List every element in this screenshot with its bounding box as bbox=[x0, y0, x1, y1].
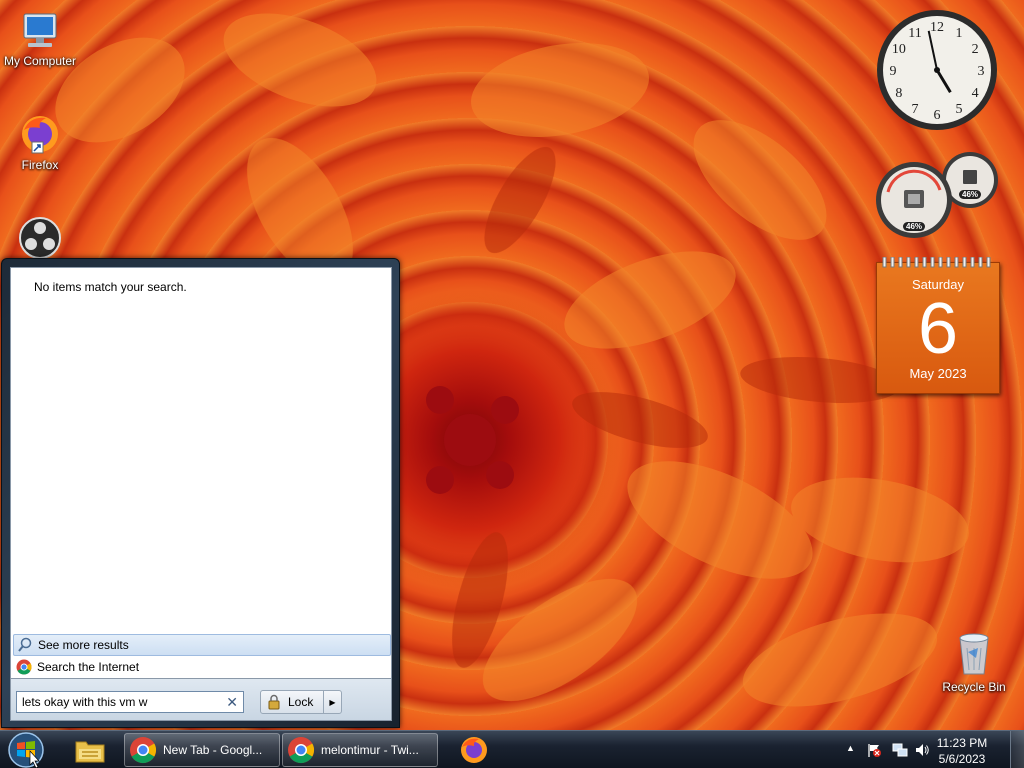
search-the-internet-link[interactable]: Search the Internet bbox=[13, 656, 391, 678]
lock-icon bbox=[268, 694, 280, 710]
calendar-rings bbox=[882, 257, 991, 268]
obs-icon bbox=[19, 217, 61, 258]
clock-number: 4 bbox=[972, 86, 979, 101]
show-hidden-icons-chevron[interactable]: ▲ bbox=[846, 743, 855, 753]
clock-number: 3 bbox=[978, 64, 985, 79]
calendar-month-year: May 2023 bbox=[909, 366, 967, 381]
clock-number: 2 bbox=[972, 42, 979, 57]
clock-number: 10 bbox=[892, 42, 906, 57]
taskbar-time: 11:23 PM bbox=[936, 736, 988, 750]
clock-number: 8 bbox=[895, 86, 902, 101]
taskbar-firefox-button[interactable] bbox=[454, 733, 494, 767]
explorer-icon bbox=[75, 741, 105, 763]
taskbar-window-label: New Tab - Googl... bbox=[163, 743, 263, 757]
desktop-icon-label: My Computer bbox=[3, 54, 77, 68]
search-input-value: lets okay with this vm w bbox=[22, 695, 148, 709]
firefox-icon bbox=[22, 116, 58, 154]
show-desktop-button[interactable] bbox=[1010, 731, 1024, 768]
lock-button[interactable]: Lock ▶ bbox=[260, 690, 342, 714]
clock-number: 1 bbox=[956, 26, 963, 41]
clock-gadget[interactable]: 12 1 2 3 4 5 6 7 8 9 10 11 bbox=[874, 8, 1002, 132]
computer-icon bbox=[23, 13, 57, 47]
taskbar-explorer-button[interactable] bbox=[70, 733, 110, 767]
taskbar-clock[interactable]: 11:23 PM 5/6/2023 bbox=[926, 735, 998, 767]
calendar-day-number: 6 bbox=[917, 289, 959, 369]
desktop-icon-my-computer[interactable]: My Computer bbox=[0, 10, 80, 68]
clear-search-icon[interactable]: ✕ bbox=[226, 694, 238, 711]
clock-number: 6 bbox=[934, 108, 941, 123]
cpu-meter-gadget[interactable]: 46% 46% bbox=[874, 150, 1004, 242]
search-the-internet-label: Search the Internet bbox=[37, 660, 140, 674]
network-icon[interactable] bbox=[892, 742, 908, 758]
memory-percent: 46% bbox=[959, 190, 982, 199]
desktop-icon-label: Recycle Bin bbox=[942, 680, 1006, 694]
clock-number: 11 bbox=[908, 26, 921, 41]
desktop-icon-label: Firefox bbox=[21, 158, 59, 172]
cpu-percent: 46% bbox=[903, 222, 926, 231]
shutdown-options-arrow-icon[interactable]: ▶ bbox=[323, 691, 341, 713]
search-results-pane: No items match your search. See more res… bbox=[10, 267, 392, 679]
chrome-icon bbox=[288, 737, 315, 764]
chrome-icon bbox=[130, 737, 157, 764]
taskbar-window-label: melontimur - Twi... bbox=[321, 743, 419, 757]
desktop-icon-firefox[interactable]: Firefox bbox=[0, 112, 80, 172]
calendar-gadget[interactable]: Saturday 6 May 2023 bbox=[876, 257, 1000, 394]
clock-number: 9 bbox=[890, 64, 897, 79]
desktop-icon-obs[interactable] bbox=[0, 214, 80, 260]
see-more-results-link[interactable]: See more results bbox=[13, 634, 391, 656]
action-center-flag-icon[interactable] bbox=[866, 742, 882, 758]
lock-label: Lock bbox=[288, 695, 314, 709]
start-search-input[interactable]: lets okay with this vm w ✕ bbox=[16, 691, 244, 713]
taskbar: New Tab - Googl... melontimur - Twi... ▲ bbox=[0, 730, 1024, 768]
search-strip: lets okay with this vm w ✕ Lock ▶ bbox=[10, 679, 392, 721]
desktop-icon-recycle-bin[interactable]: Recycle Bin bbox=[934, 630, 1014, 694]
clock-number: 7 bbox=[912, 102, 919, 117]
search-icon bbox=[18, 637, 32, 652]
start-button[interactable] bbox=[6, 731, 46, 768]
start-menu: No items match your search. See more res… bbox=[1, 258, 400, 728]
taskbar-date: 5/6/2023 bbox=[938, 752, 986, 766]
taskbar-window-new-tab[interactable]: New Tab - Googl... bbox=[124, 733, 280, 767]
firefox-icon bbox=[461, 737, 487, 763]
see-more-results-label: See more results bbox=[38, 638, 129, 652]
analog-clock-face: 12 12 3 45678 9 1011 bbox=[877, 10, 997, 130]
recycle-bin-icon bbox=[959, 633, 989, 675]
clock-number: 5 bbox=[956, 102, 963, 117]
taskbar-window-melontimur[interactable]: melontimur - Twi... bbox=[282, 733, 438, 767]
chrome-icon bbox=[16, 659, 32, 675]
clock-number: 12 bbox=[930, 20, 944, 35]
no-results-message: No items match your search. bbox=[34, 280, 187, 294]
